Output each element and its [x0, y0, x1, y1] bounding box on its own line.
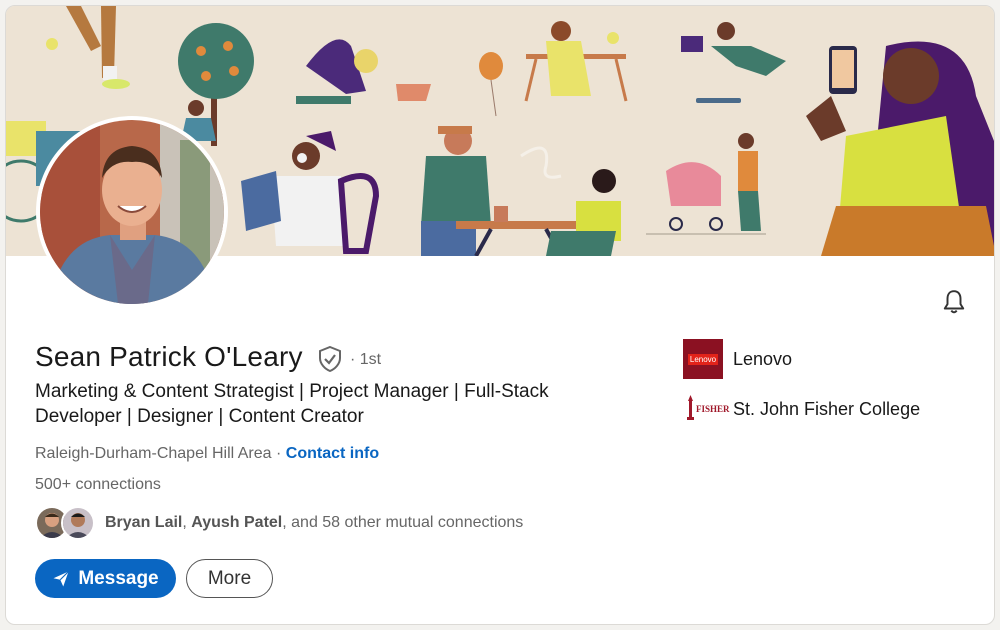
mutual-name-2: Ayush Patel: [191, 514, 283, 531]
send-icon: [53, 570, 70, 586]
mutual-rest: , and 58 other mutual connections: [282, 514, 524, 531]
mutual-avatar-2: [61, 506, 95, 540]
mutual-connections[interactable]: Bryan Lail, Ayush Patel, and 58 other mu…: [35, 506, 523, 540]
mutual-separator: ,: [182, 514, 192, 531]
notification-bell-icon[interactable]: [941, 289, 967, 315]
location-separator: ·: [271, 445, 286, 462]
org-lenovo[interactable]: Lenovo Lenovo: [683, 339, 792, 379]
org-name-lenovo: Lenovo: [733, 348, 793, 369]
lenovo-logo: Lenovo: [683, 339, 723, 379]
verified-shield-icon[interactable]: [318, 345, 342, 373]
profile-card: Sean Patrick O'Leary · 1st Marketing & C…: [5, 5, 995, 625]
message-button[interactable]: Message: [35, 559, 176, 598]
profile-photo-image: [40, 120, 224, 304]
fisher-logo-text: FISHER: [696, 404, 730, 414]
org-name-fisher: St. John Fisher College: [733, 398, 921, 419]
fisher-logo: FISHER: [683, 389, 730, 429]
connection-degree: · 1st: [350, 351, 382, 368]
message-button-label: Message: [78, 567, 159, 589]
profile-headline: Marketing & Content Strategist | Project…: [35, 381, 549, 427]
location-text: Raleigh-Durham-Chapel Hill Area: [35, 445, 272, 462]
connections-count[interactable]: 500+ connections: [35, 476, 161, 494]
more-button[interactable]: More: [186, 559, 273, 598]
contact-info-link[interactable]: Contact info: [286, 445, 379, 462]
profile-photo[interactable]: [36, 116, 228, 308]
org-st-john-fisher[interactable]: FISHER St. John Fisher College: [683, 389, 920, 429]
mutual-name-1: Bryan Lail: [105, 514, 183, 531]
mutual-connections-text: Bryan Lail, Ayush Patel, and 58 other mu…: [105, 514, 523, 532]
lenovo-logo-text: Lenovo: [687, 353, 719, 365]
location-line: Raleigh-Durham-Chapel Hill Area · Contac…: [35, 445, 379, 463]
profile-name: Sean Patrick O'Leary: [35, 341, 303, 372]
